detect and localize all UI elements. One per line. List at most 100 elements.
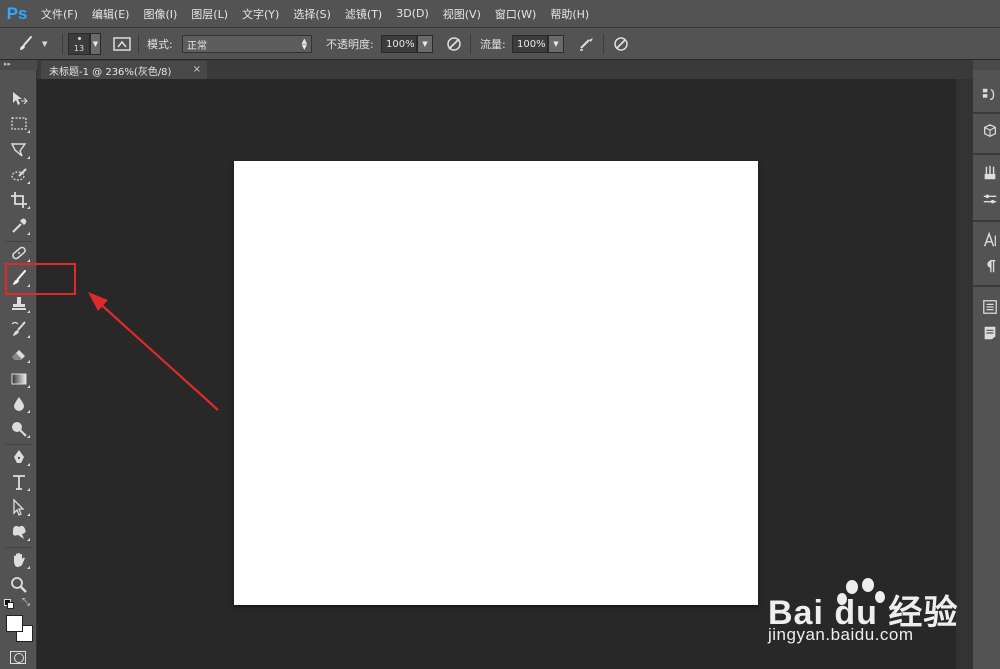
rect-marquee-icon [11, 117, 27, 130]
close-icon[interactable]: × [193, 64, 201, 75]
brush-size-picker[interactable]: 13 ▼ [68, 28, 101, 60]
dodge-tool[interactable] [7, 418, 31, 440]
baidu-watermark: Bai du 经验 jingyan.baidu.com [760, 575, 1000, 669]
eyedropper-tool[interactable] [7, 215, 31, 237]
divider [470, 34, 471, 54]
menu-layer[interactable]: 图层(L) [184, 6, 235, 22]
eraser-tool[interactable] [7, 343, 31, 365]
menu-file[interactable]: 文件(F) [34, 6, 85, 22]
pen-tool[interactable] [7, 446, 31, 468]
character-panel-icon[interactable] [981, 231, 999, 249]
type-tool[interactable] [7, 471, 31, 493]
flow-label: 流量: [480, 38, 506, 51]
menu-edit[interactable]: 编辑(E) [85, 6, 137, 22]
divider [973, 153, 1000, 155]
brush-dot-icon [78, 37, 81, 40]
history-panel-icon[interactable] [981, 86, 999, 104]
document-tab[interactable]: 未标题-1 @ 236%(灰色/8) × [41, 61, 207, 79]
submenu-corner [27, 463, 30, 466]
stamp-icon [12, 297, 26, 310]
divider [973, 220, 1000, 222]
quick-select-tool[interactable] [7, 164, 31, 186]
bandage-icon [12, 246, 26, 260]
submenu-corner [27, 513, 30, 516]
move-tool[interactable] [7, 88, 31, 110]
opacity-field[interactable]: 100% ▼ [381, 28, 433, 60]
marquee-tool[interactable] [7, 113, 31, 135]
submenu-corner [27, 488, 30, 491]
foreground-color-swatch[interactable] [6, 615, 23, 632]
submenu-corner [27, 566, 30, 569]
flow-input[interactable]: 100% [512, 35, 548, 53]
panel-grip[interactable] [973, 60, 1000, 70]
chevron-down-icon[interactable]: ▼ [417, 35, 433, 53]
divider [973, 285, 1000, 287]
lasso-tool[interactable] [7, 139, 31, 161]
chevron-down-icon: ▼ [90, 33, 101, 55]
type-icon [13, 475, 25, 490]
brush-presets-icon[interactable] [981, 164, 999, 182]
brush-icon [20, 36, 32, 50]
gradient-icon [11, 373, 27, 385]
options-bar: ▼ 13 ▼ 模式: 正常 ▲ ▼ 不透明度: 100% ▼ 流量: 100% ▼ [0, 27, 1000, 60]
swap-colors-icon[interactable]: ⤡ [22, 597, 30, 608]
default-colors-icon[interactable] [4, 599, 14, 609]
history-brush-icon [11, 321, 26, 336]
mode-select[interactable]: 正常 ▲ ▼ [182, 28, 312, 60]
blur-tool[interactable] [7, 393, 31, 415]
tablet-pressure-opacity-button[interactable] [445, 28, 463, 60]
submenu-corner [27, 259, 30, 262]
document-canvas[interactable] [234, 161, 758, 605]
divider [973, 112, 1000, 114]
divider [62, 34, 63, 54]
mode-label: 模式: [147, 38, 173, 51]
path-select-tool[interactable] [7, 496, 31, 518]
airbrush-button[interactable] [578, 28, 596, 60]
chevron-down-icon: ▼ [42, 40, 48, 48]
history-brush-tool[interactable] [7, 318, 31, 340]
menu-image[interactable]: 图像(I) [136, 6, 184, 22]
divider [5, 444, 32, 445]
watermark-url: jingyan.baidu.com [768, 625, 914, 644]
dodge-icon [12, 422, 27, 437]
mode-value: 正常 [187, 40, 207, 52]
crop-tool[interactable] [7, 189, 31, 211]
pressure-icon [447, 37, 461, 51]
properties-panel-icon[interactable] [981, 298, 999, 316]
hand-tool[interactable] [7, 549, 31, 571]
gradient-tool[interactable] [7, 368, 31, 390]
menu-window[interactable]: 窗口(W) [488, 6, 543, 22]
paragraph-panel-icon[interactable] [981, 257, 999, 275]
menu-view[interactable]: 视图(V) [436, 6, 488, 22]
chevron-down-icon[interactable]: ▼ [548, 35, 564, 53]
crop-icon [11, 192, 27, 208]
submenu-corner [27, 156, 30, 159]
menu-type[interactable]: 文字(Y) [235, 6, 286, 22]
menu-select[interactable]: 选择(S) [286, 6, 338, 22]
3d-panel-icon[interactable] [981, 122, 999, 140]
zoom-tool[interactable] [7, 574, 31, 596]
brush-settings-icon[interactable] [981, 190, 999, 208]
quick-mask-button[interactable] [10, 651, 26, 664]
brush-preview: 13 [68, 33, 90, 55]
shape-tool[interactable] [7, 521, 31, 543]
tool-preset-picker[interactable]: ▼ [16, 28, 47, 60]
submenu-corner [27, 335, 30, 338]
panel-grip[interactable]: ▸▸ [0, 60, 37, 70]
notes-panel-icon[interactable] [981, 324, 999, 342]
divider [138, 34, 139, 54]
tablet-pressure-size-button[interactable] [612, 28, 630, 60]
hand-icon [14, 553, 25, 567]
clone-stamp-tool[interactable] [7, 293, 31, 315]
menu-help[interactable]: 帮助(H) [543, 6, 596, 22]
divider [603, 34, 604, 54]
menu-3d[interactable]: 3D(D) [389, 7, 436, 20]
menu-filter[interactable]: 滤镜(T) [338, 6, 389, 22]
opacity-input[interactable]: 100% [381, 35, 417, 53]
brush-panel-toggle[interactable] [113, 28, 131, 60]
submenu-corner [27, 130, 30, 133]
flow-field[interactable]: 100% ▼ [512, 28, 564, 60]
polygon-lasso-icon [10, 143, 27, 157]
direct-select-arrow-icon [13, 498, 25, 516]
healing-brush-tool[interactable] [7, 242, 31, 264]
